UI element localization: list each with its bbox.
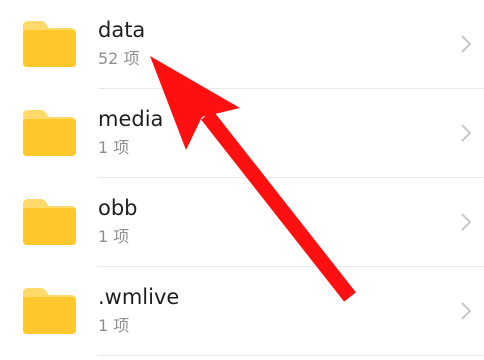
file-list: data 52 项 media 1 项 obb 1 项 .wmlive 1 项 [0, 0, 484, 360]
chevron-right-icon [461, 124, 472, 142]
folder-row-data[interactable]: data 52 项 [0, 0, 484, 88]
folder-icon [23, 199, 76, 245]
folder-name: data [98, 18, 146, 42]
folder-row-media[interactable]: media 1 项 [0, 89, 484, 177]
chevron-right-icon [461, 213, 472, 231]
folder-item-count: 1 项 [98, 138, 130, 157]
folder-icon [23, 110, 76, 156]
folder-name: media [98, 107, 164, 131]
folder-item-count: 1 项 [98, 316, 130, 335]
chevron-right-icon [461, 302, 472, 320]
folder-row-wmlive[interactable]: .wmlive 1 项 [0, 267, 484, 355]
folder-icon [23, 21, 76, 67]
folder-name: obb [98, 196, 138, 220]
chevron-right-icon [461, 35, 472, 53]
folder-name: .wmlive [98, 285, 180, 309]
folder-icon [23, 288, 76, 334]
folder-item-count: 1 项 [98, 227, 130, 246]
row-divider [98, 355, 484, 356]
folder-item-count: 52 项 [98, 49, 140, 68]
folder-row-obb[interactable]: obb 1 项 [0, 178, 484, 266]
